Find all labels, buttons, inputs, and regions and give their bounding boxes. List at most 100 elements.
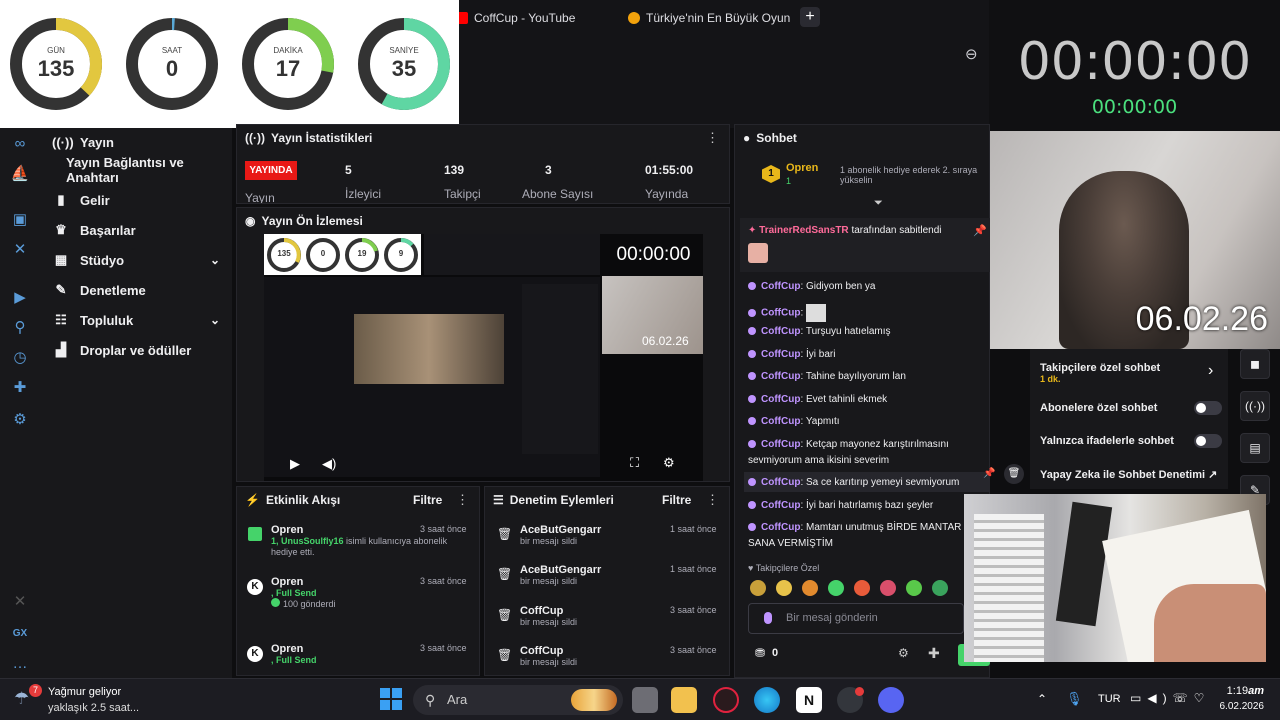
hand — [1154, 584, 1266, 662]
tab-youtube[interactable]: CoffCup - YouTube — [456, 6, 606, 30]
tab-game-site[interactable]: Türkiye'nin En Büyük Oyun — [628, 6, 793, 30]
microphone-icon[interactable]: 🎙 — [1066, 691, 1083, 707]
taskbar-search[interactable]: ⚲ Ara — [413, 685, 623, 715]
emote-image — [748, 243, 768, 263]
nav-item-studyo[interactable]: ▦ Stüdyo ⌄ — [40, 246, 232, 274]
new-tab-button[interactable]: + — [800, 7, 820, 27]
chevron-right-icon[interactable]: › — [1208, 362, 1213, 380]
boat-icon[interactable]: ⛵ — [10, 164, 30, 184]
moderation-filter-button[interactable]: Filtre — [662, 493, 691, 507]
points-icon[interactable]: ⛃ — [755, 646, 765, 660]
weather-title[interactable]: Yağmur geliyor — [48, 686, 121, 698]
chat-action-icon[interactable]: ◼ — [1240, 349, 1270, 379]
broadcast-icon[interactable]: ((·)) — [1240, 391, 1270, 421]
moderation-item: CoffCup bir mesajı sildi 3 saat önce — [520, 605, 717, 627]
search-icon: ⚲ — [425, 692, 436, 708]
lightning-icon: ⚡ — [245, 493, 260, 507]
weather-badge: 7 — [29, 684, 42, 697]
emote-icon[interactable] — [854, 580, 870, 596]
task-view-icon[interactable] — [632, 687, 658, 713]
file-explorer-icon[interactable] — [671, 687, 697, 713]
emote-icon[interactable] — [750, 580, 766, 596]
glasses-icon[interactable]: ∞ — [10, 134, 30, 154]
volume-icon[interactable]: ◀) — [322, 456, 336, 472]
settings-icon[interactable]: ⚙ — [10, 410, 30, 430]
toggle-emotes-only[interactable] — [1194, 434, 1222, 448]
preview-video[interactable]: 135 0 19 9 00:00:00 06.02.26 ▶ ◀) ⛶ ⚙ — [264, 234, 703, 481]
puzzle-icon[interactable]: ✚ — [10, 378, 30, 398]
feed-filter-button[interactable]: Filtre — [413, 493, 442, 507]
setting-ai-moderation[interactable]: Yapay Zeka ile Sohbet Denetimi ↗ — [1040, 468, 1217, 481]
gift-leader-name[interactable]: Opren — [786, 162, 818, 174]
emote-icon[interactable] — [776, 580, 792, 596]
zoom-out-icon[interactable]: ⊖ — [965, 45, 978, 63]
mini-browser-bar — [424, 234, 600, 275]
gauge-value: 0 — [165, 56, 179, 81]
emote-icon[interactable] — [828, 580, 844, 596]
secondary-camera-feed — [964, 494, 1266, 662]
windows-start-icon[interactable] — [380, 688, 402, 710]
chevron-up-icon[interactable]: ⌃ — [1037, 692, 1047, 706]
nav-item-basarilar[interactable]: ♛ Başarılar — [40, 216, 232, 244]
chat-settings-icon[interactable]: ⚙ — [898, 646, 909, 660]
trophy-icon: ♛ — [55, 222, 67, 237]
stat-subs-label: Abone Sayısı — [522, 187, 594, 201]
pin-icon[interactable]: ⚲ — [10, 318, 30, 338]
emote-icon[interactable] — [932, 580, 948, 596]
play-icon[interactable]: ▶ — [10, 288, 30, 308]
more-options-icon[interactable]: ⋮ — [456, 492, 469, 508]
more-options-icon[interactable]: ⋮ — [706, 492, 719, 508]
nav-item-droplar[interactable]: ▟ Droplar ve ödüller — [40, 336, 232, 364]
emote-bar — [750, 580, 960, 598]
fullscreen-icon[interactable]: ⛶ — [630, 455, 639, 471]
discord-icon[interactable] — [878, 687, 904, 713]
nav-item-denetleme[interactable]: ✎ Denetleme — [40, 276, 232, 304]
layout-icon[interactable]: ▤ — [1240, 433, 1270, 463]
gauge-label: DAKİKA — [273, 46, 303, 55]
nav-item-topluluk[interactable]: ☷ Topluluk ⌄ — [40, 306, 232, 334]
windows-taskbar: ☂ 7 Yağmur geliyor yaklaşık 2.5 saat... … — [0, 678, 1280, 720]
mini-gauge-hour: 0 — [320, 249, 326, 258]
more-options-icon[interactable]: ⋮ — [706, 130, 719, 146]
pin-off-icon[interactable]: ✕ — [10, 592, 30, 612]
gx-icon[interactable]: GX — [10, 624, 30, 644]
weather-rain-icon[interactable]: ☂ — [14, 689, 29, 709]
x-icon[interactable]: ✕ — [10, 240, 30, 260]
setting-followers-only[interactable]: Takipçilere özel sohbet 1 dk. — [1040, 362, 1160, 384]
emote-icon[interactable] — [906, 580, 922, 596]
emote-icon[interactable] — [880, 580, 896, 596]
delete-message-icon[interactable]: 🗑 — [1004, 464, 1024, 484]
play-icon[interactable]: ▶ — [290, 456, 300, 472]
twitch-icon[interactable]: ▣ — [10, 210, 30, 230]
nav-item-yayin[interactable]: ((·)) Yayın — [40, 128, 232, 156]
language-indicator[interactable]: TUR — [1098, 693, 1121, 705]
toggle-subscribers-only[interactable] — [1194, 401, 1222, 415]
notification-dot — [855, 687, 864, 696]
clock-icon[interactable]: ◷ — [10, 348, 30, 368]
chat-input[interactable]: Bir mesaj gönderin — [748, 603, 964, 634]
stat-uptime-label: Yayında — [645, 187, 689, 201]
emote-icon[interactable] — [802, 580, 818, 596]
puzzle-icon[interactable]: ✚ — [928, 645, 940, 662]
system-tray-icons[interactable]: ▭◀)☏♡ — [1130, 691, 1210, 705]
nav-item-gelir[interactable]: ▮ Gelir — [40, 186, 232, 214]
broadcast-icon: ((·)) — [245, 131, 265, 145]
badge-icon — [748, 327, 756, 336]
money-icon: ▮ — [57, 192, 65, 207]
chat-message: CoffCup: Tahine bayılıyorum lan — [748, 371, 906, 382]
stat-followers-label: Takipçi — [444, 187, 481, 201]
collapse-icon[interactable]: ⏷ — [874, 197, 883, 210]
trash-icon: 🗑 — [497, 567, 513, 581]
pin-message-icon[interactable]: 📌 — [983, 468, 995, 479]
chevron-down-icon: ⌄ — [209, 253, 220, 267]
edge-icon[interactable] — [754, 687, 780, 713]
opera-gx-icon[interactable] — [713, 687, 739, 713]
nav-item-stream-key[interactable]: Yayın Bağlantısı ve Anahtarı — [40, 155, 232, 185]
settings-icon[interactable]: ⚙ — [663, 455, 675, 471]
notion-icon[interactable]: N — [796, 687, 822, 713]
webcam-feed: 06.02.26 — [989, 131, 1280, 349]
unpin-icon[interactable]: 📌 — [973, 224, 987, 237]
feed-item: Opren 3 saat önce , Full Send 100 gönder… — [271, 576, 467, 609]
more-icon[interactable]: … — [10, 654, 30, 674]
clock-time[interactable]: 1:19am — [1214, 685, 1264, 697]
